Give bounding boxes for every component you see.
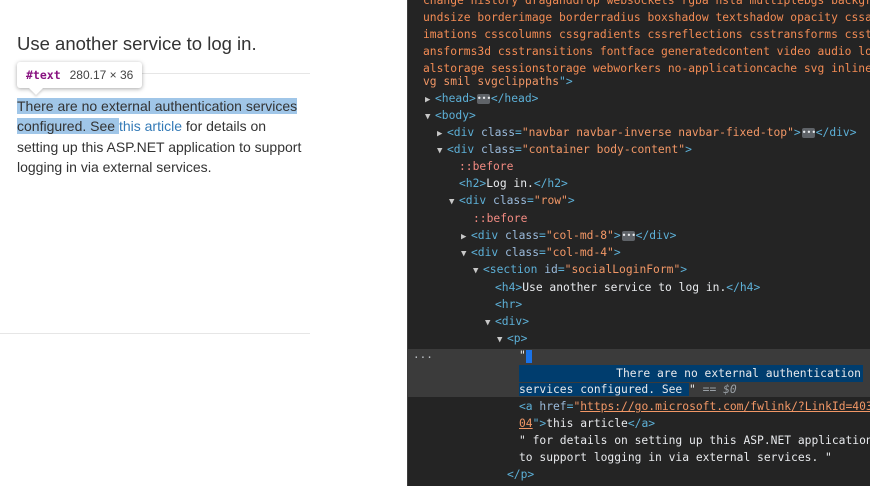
ellipsis-icon[interactable]: ••• bbox=[801, 128, 816, 138]
html-class-line: imations csscolumns cssgradients cssrefl… bbox=[423, 28, 870, 41]
tooltip-size: 280.17 × 36 bbox=[69, 68, 134, 82]
dom-node-hr[interactable]: <hr> bbox=[495, 296, 870, 313]
collapse-triangle-icon[interactable]: ▼ bbox=[473, 263, 483, 280]
paragraph-text-2: configured. See bbox=[17, 118, 119, 135]
dom-node-a-cont[interactable]: 04">this article</a> bbox=[519, 415, 870, 432]
html-class-line: undsize borderimage borderradius boxshad… bbox=[423, 11, 870, 24]
selected-node-marker: == $0 bbox=[695, 383, 737, 396]
dom-node-container[interactable]: ▼ <div class="container body-content"> bbox=[437, 141, 870, 158]
collapse-triangle-icon[interactable]: ▼ bbox=[449, 194, 459, 211]
dom-node-p[interactable]: ▼ <p> bbox=[497, 330, 870, 347]
devtools-elements-panel[interactable]: change history draganddrop websockets rg… bbox=[407, 0, 870, 486]
dom-node-h2[interactable]: <h2>Log in.</h2> bbox=[459, 175, 870, 192]
this-article-link[interactable]: this article bbox=[119, 118, 182, 134]
pseudo-before[interactable]: ::before bbox=[473, 210, 870, 227]
text-node-tail-2[interactable]: to support logging in via external servi… bbox=[519, 449, 870, 466]
dom-node-navbar[interactable]: ▶ <div class="navbar navbar-inverse navba… bbox=[437, 124, 870, 141]
collapse-triangle-icon[interactable]: ▼ bbox=[497, 332, 507, 349]
pseudo-before[interactable]: ::before bbox=[459, 158, 870, 175]
more-actions-icon[interactable]: ... bbox=[413, 349, 433, 361]
collapse-triangle-icon[interactable]: ▼ bbox=[437, 143, 447, 160]
dom-node-col-md-4[interactable]: ▼ <div class="col-md-4"> bbox=[461, 244, 870, 261]
tooltip-node-name: #text bbox=[26, 68, 61, 82]
tooltip-arrow bbox=[29, 88, 43, 95]
paragraph-text-1: There are no external authentication ser… bbox=[17, 98, 298, 114]
page-heading: Use another service to log in. bbox=[17, 33, 257, 54]
dom-node-row[interactable]: ▼ <div class="row"> bbox=[449, 192, 870, 209]
dom-node-section[interactable]: ▼ <section id="socialLoginForm"> bbox=[473, 261, 870, 278]
info-paragraph: There are no external authentication ser… bbox=[17, 96, 309, 177]
dom-node-h4[interactable]: <h4>Use another service to log in.</h4> bbox=[495, 279, 870, 296]
ellipsis-icon[interactable]: ••• bbox=[476, 94, 491, 104]
inspect-tooltip: #text 280.17 × 36 bbox=[17, 62, 143, 95]
text-cursor bbox=[525, 349, 532, 363]
dom-node-col-md-8[interactable]: ▶ <div class="col-md-8">•••</div> bbox=[461, 227, 870, 244]
dom-node-head[interactable]: ▶ <head>•••</head> bbox=[425, 90, 870, 107]
dom-node-body[interactable]: ▼ <body> bbox=[425, 107, 870, 124]
collapse-triangle-icon[interactable]: ▼ bbox=[485, 315, 495, 332]
paragraph-text-rest: setting up this ASP.NET application to s… bbox=[17, 138, 302, 175]
text-node-line-2[interactable]: services configured. See " == $0 bbox=[519, 381, 870, 398]
dom-node-div[interactable]: ▼ <div> bbox=[485, 313, 870, 330]
collapse-triangle-icon[interactable]: ▼ bbox=[425, 109, 435, 126]
href-link[interactable]: 04 bbox=[519, 417, 533, 430]
text-node-open-quote[interactable]: " bbox=[519, 347, 870, 364]
text-node-line-1[interactable]: There are no external authentication bbox=[519, 365, 870, 382]
rendered-page: Use another service to log in. #text 280… bbox=[0, 0, 407, 486]
html-class-line: ansforms3d csstransitions fontface gener… bbox=[423, 45, 870, 58]
text-node-tail-1[interactable]: " for details on setting up this ASP.NET… bbox=[519, 432, 870, 449]
footer-rule bbox=[0, 333, 310, 334]
ellipsis-icon[interactable]: ••• bbox=[621, 231, 636, 241]
href-link[interactable]: https://go.microsoft.com/fwlink/?LinkId=… bbox=[580, 400, 870, 413]
paragraph-text-3: for details on bbox=[182, 118, 267, 135]
dom-node-p-close[interactable]: </p> bbox=[507, 466, 870, 483]
html-class-line: change history draganddrop websockets rg… bbox=[423, 0, 870, 7]
html-class-line-last: vg smil svgclippaths"> bbox=[423, 75, 573, 88]
collapse-triangle-icon[interactable]: ▼ bbox=[461, 246, 471, 263]
dom-node-a[interactable]: <a href="https://go.microsoft.com/fwlink… bbox=[519, 398, 870, 415]
